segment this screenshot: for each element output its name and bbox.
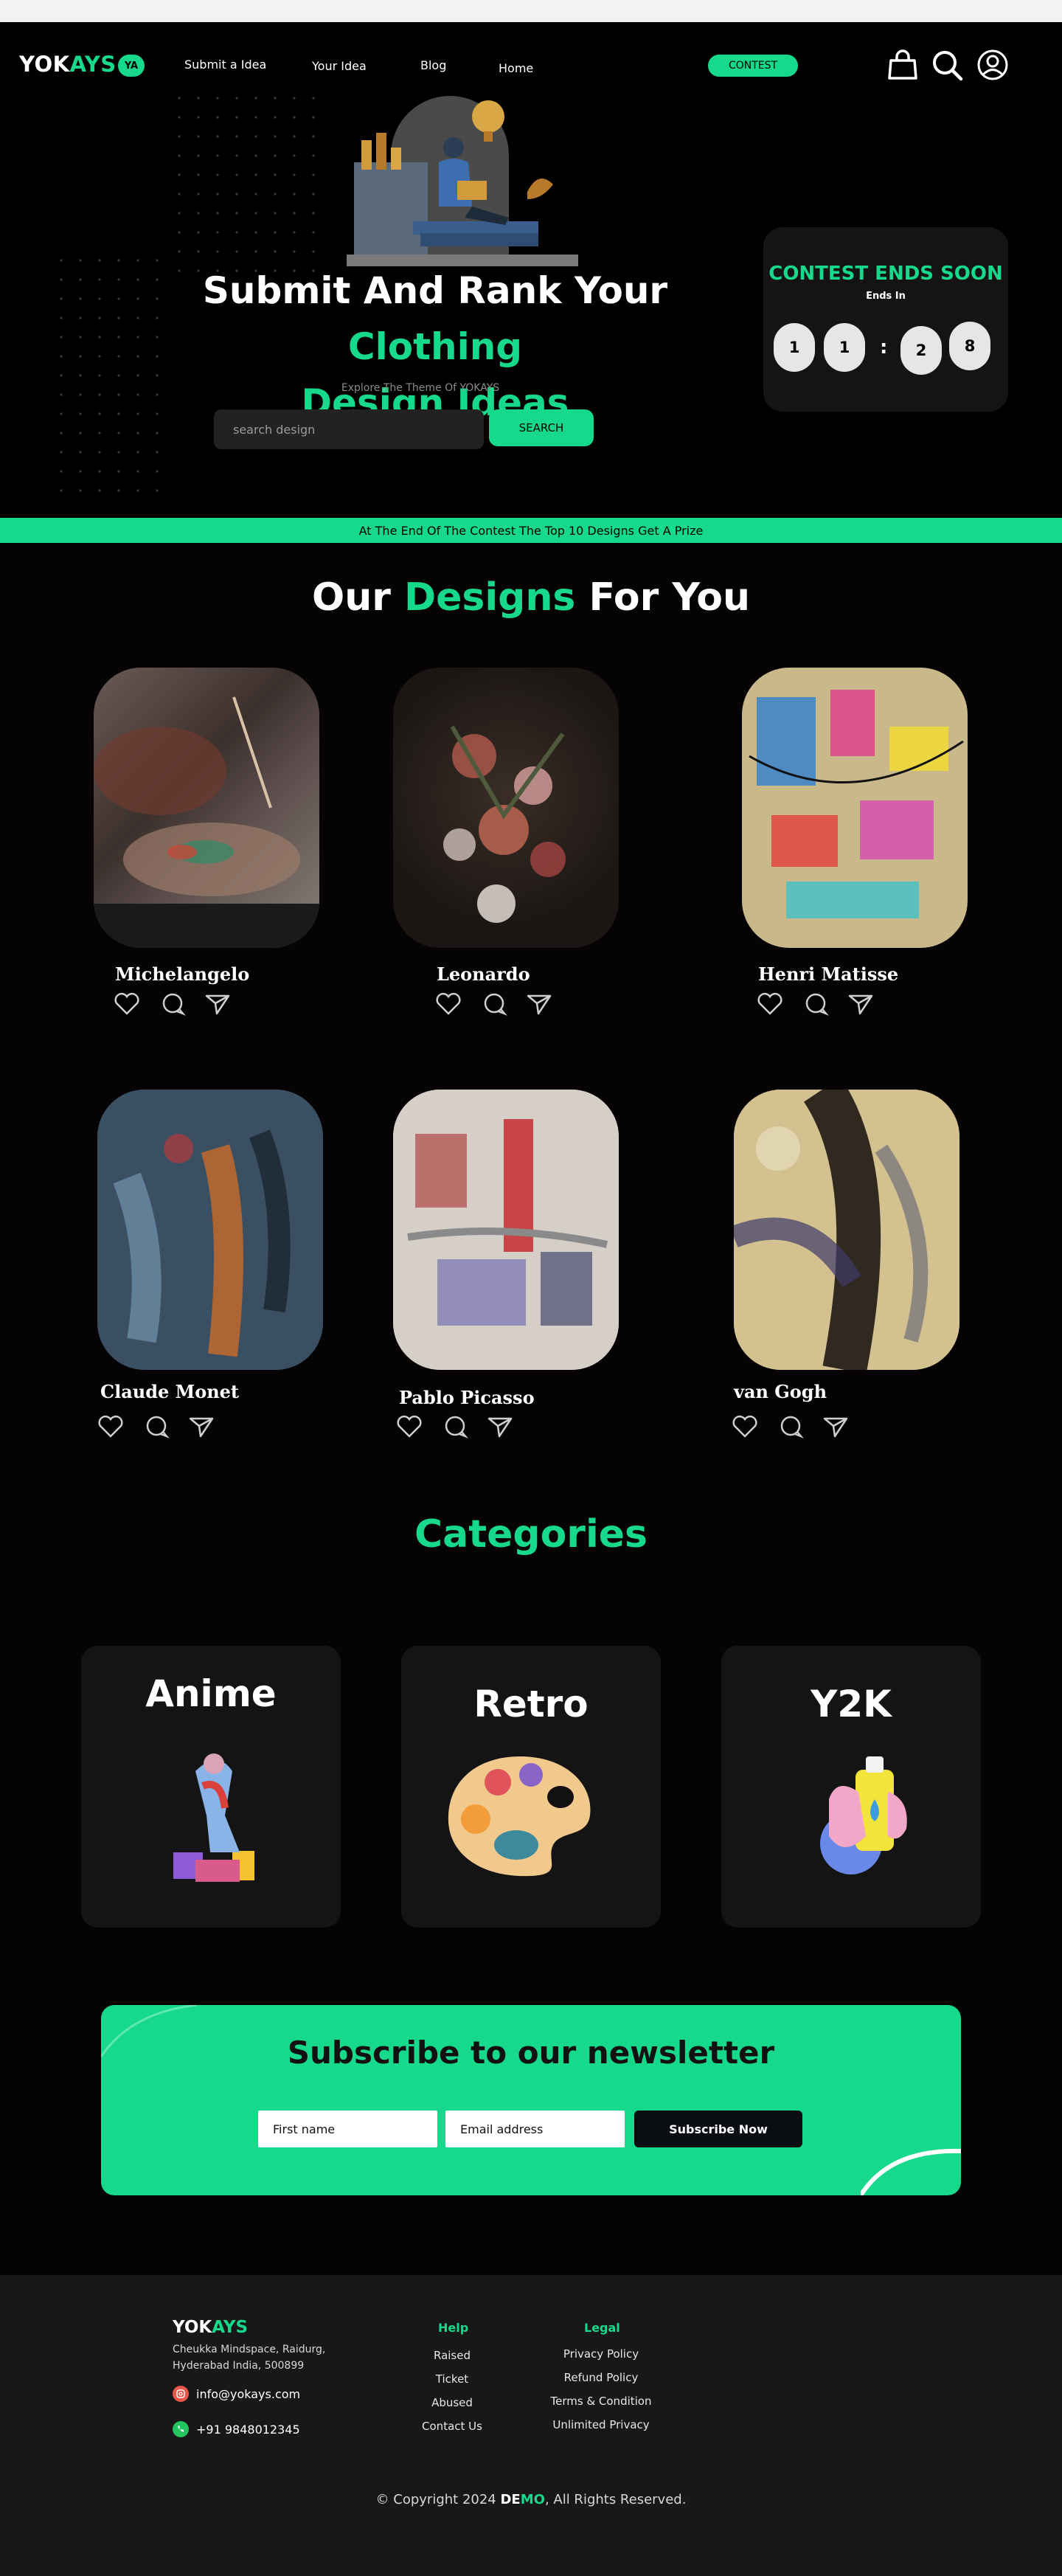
paint-palette-icon [448,1756,591,1877]
footer-link-abused[interactable]: Abused [378,2396,526,2409]
design-image-henri-matisse[interactable] [742,668,968,948]
countdown-subtitle: Ends In [866,291,906,302]
subscribe-button[interactable]: Subscribe Now [634,2111,802,2147]
footer-link-refund-policy[interactable]: Refund Policy [527,2371,675,2384]
footer-email[interactable]: info@yokays.com [173,2386,300,2402]
countdown-digit: 2 [900,326,942,375]
dot-pattern [170,89,324,273]
artist-name: Leonardo [437,963,530,985]
countdown-digit: 8 [949,322,990,370]
comment-icon[interactable] [440,1414,470,1439]
footer-logo[interactable]: YOKAYS [173,2318,248,2337]
design-actions [395,1414,516,1439]
nav-home[interactable]: Home [499,61,533,75]
comment-icon[interactable] [801,991,830,1017]
prize-banner: At The End Of The Contest The Top 10 Des… [0,518,1062,543]
footer: YOKAYS Cheukka Mindspace, Raidurg, Hydera… [0,2275,1062,2576]
design-actions [434,991,555,1017]
heart-icon[interactable] [755,991,785,1017]
design-image-pablo-picasso[interactable] [393,1090,619,1370]
footer-link-contact-us[interactable]: Contact Us [378,2420,526,2433]
artist-name: Claude Monet [100,1381,240,1402]
artist-name: Pablo Picasso [399,1387,535,1408]
design-actions [112,991,233,1017]
artist-name: Henri Matisse [758,963,899,985]
newsletter-section: Subscribe to our newsletter Subscribe No… [101,2005,961,2195]
design-image-leonardo[interactable] [393,668,619,948]
heart-icon[interactable] [434,991,463,1017]
category-card-y2k[interactable]: Y2K [721,1646,981,1928]
spray-can-hand-icon [820,1756,907,1874]
hero-subtitle: Explore The Theme Of YOKAYS [341,382,500,394]
footer-phone[interactable]: +91 9848012345 [173,2421,300,2437]
design-actions [730,1414,851,1439]
decorative-arc [861,2148,961,2195]
share-icon[interactable] [187,1414,217,1439]
copyright: © Copyright 2024 DEMO, All Rights Reserv… [375,2492,687,2507]
share-icon[interactable] [204,991,233,1017]
search-design-input[interactable] [214,409,484,449]
newsletter-title: Subscribe to our newsletter [287,2035,775,2071]
nav-blog[interactable]: Blog [420,58,446,72]
footer-link-terms[interactable]: Terms & Condition [527,2395,675,2408]
design-image-van-gogh[interactable] [734,1090,959,1370]
footer-help-title: Help [438,2321,469,2335]
countdown-digit: 1 [774,323,815,372]
design-image-michelangelo[interactable] [94,668,319,948]
heart-icon[interactable] [112,991,142,1017]
comment-icon[interactable] [158,991,187,1017]
category-name: Anime [145,1672,277,1715]
statue-figure-icon [173,1753,254,1882]
countdown-card: CONTEST ENDS SOON Ends In 1 1 : 2 8 [763,227,1008,412]
share-icon[interactable] [822,1414,851,1439]
category-name: Retro [473,1683,589,1725]
heart-icon[interactable] [730,1414,760,1439]
category-card-retro[interactable]: Retro [401,1646,661,1928]
search-button[interactable]: SEARCH [489,409,594,446]
heart-icon[interactable] [395,1414,424,1439]
user-profile-icon[interactable] [976,49,1009,81]
designs-section-title: Our Designs For You [311,575,750,620]
footer-link-raised[interactable]: Raised [378,2349,526,2362]
footer-link-unlimited-privacy[interactable]: Unlimited Privacy [527,2418,675,2431]
comment-icon[interactable] [142,1414,171,1439]
phone-icon [173,2421,189,2437]
comment-icon[interactable] [776,1414,805,1439]
nav-your-idea[interactable]: Your Idea [312,59,367,73]
page: YOKAYS YA Submit a Idea Your Idea Blog H… [0,0,1062,2576]
categories-title: Categories [414,1512,648,1557]
artist-name: Michelangelo [115,963,250,985]
email-icon [173,2386,189,2402]
email-input[interactable] [445,2111,625,2147]
logo-badge: YA [118,55,145,77]
artist-name: van Gogh [734,1381,827,1402]
share-icon[interactable] [525,991,555,1017]
share-icon[interactable] [486,1414,516,1439]
search-icon[interactable] [931,49,963,81]
logo[interactable]: YOKAYS [19,52,117,77]
nav-submit-idea[interactable]: Submit a Idea [184,58,266,72]
browser-strip [0,0,1062,22]
shopping-bag-icon[interactable] [886,49,919,81]
comment-icon[interactable] [479,991,509,1017]
contest-button[interactable]: CONTEST [708,55,798,77]
category-card-anime[interactable]: Anime [81,1646,341,1928]
countdown-title: CONTEST ENDS SOON [768,263,1003,285]
countdown-digit: 1 [824,323,865,372]
footer-link-privacy-policy[interactable]: Privacy Policy [527,2347,675,2361]
first-name-input[interactable] [258,2111,437,2147]
footer-legal-title: Legal [584,2321,620,2335]
footer-link-ticket[interactable]: Ticket [378,2372,526,2386]
design-image-claude-monet[interactable] [97,1090,323,1370]
design-actions [96,1414,217,1439]
countdown-separator: : [880,336,888,359]
share-icon[interactable] [847,991,876,1017]
footer-address: Cheukka Mindspace, Raidurg, Hyderabad Ind… [173,2344,326,2372]
design-actions [755,991,876,1017]
hero-illustration [347,96,578,266]
heart-icon[interactable] [96,1414,125,1439]
hero-title: Submit And Rank Your Clothing Design Ide… [202,269,668,424]
category-name: Y2K [811,1683,892,1725]
